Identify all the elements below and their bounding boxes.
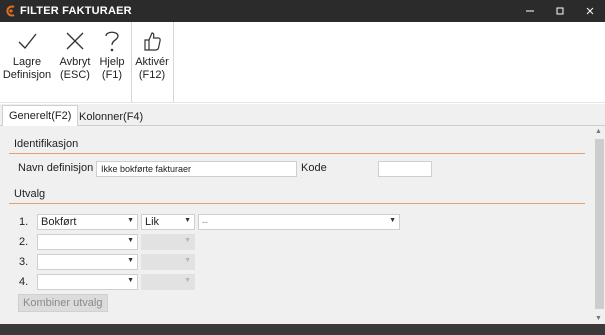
row-number: 1. bbox=[19, 216, 29, 228]
field-select[interactable]: ▼ bbox=[37, 234, 138, 250]
vertical-scrollbar[interactable]: ▲ ▼ bbox=[593, 126, 605, 324]
chevron-down-icon: ▼ bbox=[184, 257, 191, 264]
identification-header: Identifikasjon bbox=[9, 138, 585, 154]
tab-strip: Generelt(F2) Kolonner(F4) bbox=[0, 104, 605, 127]
scroll-thumb[interactable] bbox=[595, 139, 604, 309]
row-number: 4. bbox=[19, 276, 29, 288]
thumbs-up-icon bbox=[142, 26, 162, 56]
tab-kolonner[interactable]: Kolonner(F4) bbox=[73, 106, 149, 127]
operator-select: ▼ bbox=[141, 254, 195, 270]
selection-section: Utvalg 1. Bokført ▼ Lik ▼ -- ▼ 2. ▼ ▼ 3.… bbox=[9, 188, 585, 312]
close-window-icon[interactable] bbox=[575, 0, 605, 22]
scroll-down-icon[interactable]: ▼ bbox=[595, 315, 602, 322]
row-number: 2. bbox=[19, 236, 29, 248]
chevron-down-icon: ▼ bbox=[184, 277, 191, 284]
cancel-label: Avbryt (ESC) bbox=[59, 56, 91, 81]
row-number: 3. bbox=[19, 256, 29, 268]
value-select-value: -- bbox=[202, 217, 208, 227]
help-button[interactable]: Hjelp (F1) bbox=[97, 22, 127, 103]
operator-select: ▼ bbox=[141, 234, 195, 250]
title-bar: FILTER FAKTURAER bbox=[0, 0, 605, 22]
field-select[interactable]: ▼ bbox=[37, 274, 138, 290]
help-label: Hjelp (F1) bbox=[99, 56, 125, 81]
maximize-icon[interactable] bbox=[545, 0, 575, 22]
code-input[interactable] bbox=[378, 161, 432, 177]
close-x-icon bbox=[64, 26, 86, 56]
field-select-value: Bokført bbox=[41, 216, 77, 228]
question-icon bbox=[103, 26, 121, 56]
activate-button[interactable]: Aktivér (F12) bbox=[134, 22, 170, 103]
chevron-down-icon: ▼ bbox=[127, 217, 134, 224]
name-definition-input[interactable]: Ikke bokførte fakturaer bbox=[96, 161, 297, 177]
selection-header: Utvalg bbox=[9, 188, 585, 204]
save-definition-label: Lagre Definisjon bbox=[2, 56, 52, 81]
field-select[interactable]: Bokført ▼ bbox=[37, 214, 138, 230]
chevron-down-icon: ▼ bbox=[184, 217, 191, 224]
toolbar-separator bbox=[173, 22, 174, 102]
field-select[interactable]: ▼ bbox=[37, 254, 138, 270]
scroll-up-icon[interactable]: ▲ bbox=[595, 128, 602, 135]
operator-select: ▼ bbox=[141, 274, 195, 290]
identification-section: Identifikasjon Navn definisjon Ikke bokf… bbox=[9, 138, 585, 177]
toolbar: Lagre Definisjon Avbryt (ESC) Hjelp (F1)… bbox=[0, 22, 605, 103]
status-bar bbox=[0, 324, 605, 335]
value-select[interactable]: -- ▼ bbox=[198, 214, 400, 230]
minimize-icon[interactable] bbox=[515, 0, 545, 22]
chevron-down-icon: ▼ bbox=[127, 277, 134, 284]
chevron-down-icon: ▼ bbox=[127, 257, 134, 264]
combine-selection-button[interactable]: Kombiner utvalg bbox=[18, 294, 108, 312]
chevron-down-icon: ▼ bbox=[184, 237, 191, 244]
toolbar-separator bbox=[131, 22, 132, 102]
save-definition-button[interactable]: Lagre Definisjon bbox=[2, 22, 52, 103]
window-title: FILTER FAKTURAER bbox=[20, 5, 132, 17]
chevron-down-icon: ▼ bbox=[127, 237, 134, 244]
tab-generelt[interactable]: Generelt(F2) bbox=[2, 105, 79, 127]
code-label: Kode bbox=[301, 162, 327, 174]
chevron-down-icon: ▼ bbox=[389, 217, 396, 224]
checkmark-icon bbox=[16, 26, 38, 56]
activate-label: Aktivér (F12) bbox=[135, 56, 169, 81]
operator-select[interactable]: Lik ▼ bbox=[141, 214, 195, 230]
name-definition-label: Navn definisjon bbox=[18, 162, 94, 174]
operator-select-value: Lik bbox=[145, 216, 160, 228]
filter-form: Identifikasjon Navn definisjon Ikke bokf… bbox=[0, 126, 593, 324]
app-logo-icon bbox=[5, 5, 17, 17]
cancel-button[interactable]: Avbryt (ESC) bbox=[56, 22, 94, 103]
